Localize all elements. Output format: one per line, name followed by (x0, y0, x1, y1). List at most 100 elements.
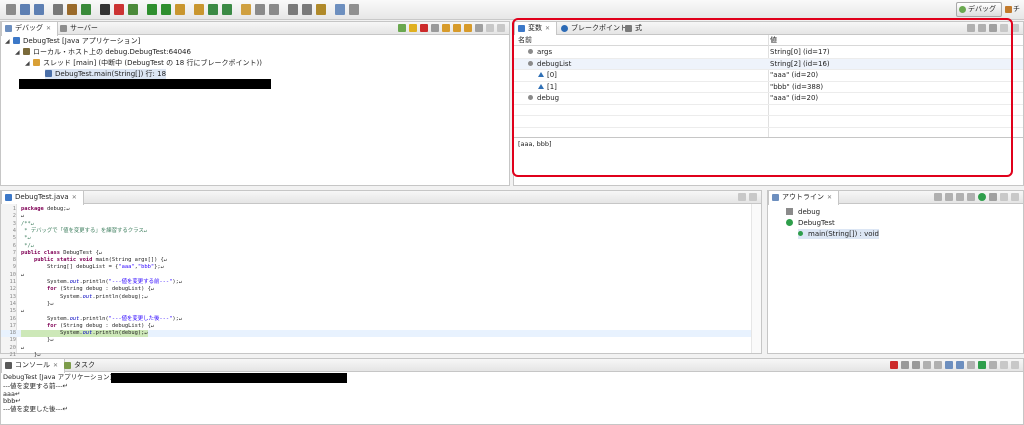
code-line[interactable]: 2 ↵ (1, 213, 751, 220)
resume-icon[interactable] (398, 24, 406, 32)
close-icon[interactable]: ✕ (46, 25, 51, 32)
print-icon[interactable] (53, 4, 63, 15)
hide-fields-icon[interactable] (956, 193, 964, 201)
debug-perspective-button[interactable]: デバッグ (956, 2, 1002, 17)
collapse-all-icon[interactable] (934, 193, 942, 201)
code-line[interactable]: 9 String[] debugList = {"aaa","bbb"};↵ (1, 264, 751, 271)
code-area[interactable]: 1 package debug;↵ 2 ↵ 3/**↵ 4 * デバッグで「値を変更する」… (1, 204, 751, 365)
run-last-icon[interactable] (161, 4, 171, 15)
remove-launch-icon[interactable] (901, 361, 909, 369)
open-console-icon[interactable] (989, 361, 997, 369)
collapse-arrow-icon[interactable]: ◢ (25, 59, 33, 69)
skip-breakpoints-icon[interactable] (114, 4, 124, 15)
maximize-icon[interactable] (749, 193, 757, 201)
code-line[interactable]: 12 for (String debug : debugList) {↵ (1, 286, 751, 293)
code-line[interactable]: 13 System.out.println(debug);↵ (1, 294, 751, 301)
view-menu-icon[interactable] (475, 24, 483, 32)
outline-item-class[interactable]: DebugTest (786, 218, 835, 228)
code-line[interactable]: 17 for (String debug : debugList) {↵ (1, 323, 751, 330)
close-icon[interactable]: ✕ (53, 362, 58, 369)
forward-icon[interactable] (302, 4, 312, 15)
tab-debugtest-java[interactable]: DebugTest.java ✕ (1, 191, 84, 205)
console-output[interactable]: ---値を変更する前---↵ aaa↵ bbb↵ ---値を変更した後---↵ (1, 382, 1023, 424)
new-package-icon[interactable] (194, 4, 204, 15)
collapse-arrow-icon[interactable]: ◢ (5, 37, 13, 47)
show-stderr-icon[interactable] (956, 361, 964, 369)
code-line[interactable]: 4 * デバッグで「値を変更する」を練習するクラス↵ (1, 228, 751, 235)
step-into-icon[interactable] (442, 24, 450, 32)
suspend-icon[interactable] (409, 24, 417, 32)
remove-all-icon[interactable] (912, 361, 920, 369)
maximize-icon[interactable] (1011, 193, 1019, 201)
save-icon[interactable] (20, 4, 30, 15)
disconnect-icon[interactable] (431, 24, 439, 32)
tree-item-stack-frame[interactable]: DebugTest.main(String[]) 行: 18 (45, 69, 167, 79)
run-icon[interactable] (147, 4, 157, 15)
other-perspective-button[interactable]: チ (1004, 2, 1024, 17)
terminate-icon[interactable] (420, 24, 428, 32)
pin-console-icon[interactable] (967, 361, 975, 369)
code-line[interactable]: 5 *↵ (1, 235, 751, 242)
save-all-icon[interactable] (34, 4, 44, 15)
clear-console-icon[interactable] (923, 361, 931, 369)
scroll-lock-icon[interactable] (934, 361, 942, 369)
back-icon[interactable] (288, 4, 298, 15)
tree-item-launch[interactable]: ◢ DebugTest [Java アプリケーション] (5, 36, 140, 46)
show-whitespace-icon[interactable] (349, 4, 359, 15)
run-config-icon[interactable] (81, 4, 91, 15)
code-line[interactable]: 18 System.out.println(debug);↵ (1, 330, 751, 338)
overview-ruler[interactable] (751, 204, 761, 353)
outline-item-method[interactable]: main(String[]) : void (798, 229, 879, 239)
code-line[interactable]: 14 }↵ (1, 301, 751, 308)
minimize-icon[interactable] (738, 193, 746, 201)
tab-servers[interactable]: サーバー (57, 22, 104, 35)
toggle-mark-icon[interactable] (335, 4, 345, 15)
hide-static-icon[interactable] (967, 193, 975, 201)
maximize-icon[interactable] (497, 24, 505, 32)
code-line[interactable]: 15 ↵ (1, 308, 751, 315)
code-line[interactable]: 6 */↵ (1, 243, 751, 250)
annotation-next-icon[interactable] (255, 4, 265, 15)
open-type-icon[interactable] (222, 4, 232, 15)
terminal-icon[interactable] (100, 4, 110, 15)
outline-item-package[interactable]: debug (786, 207, 820, 217)
step-return-icon[interactable] (464, 24, 472, 32)
code-line[interactable]: 1 package debug;↵ (1, 206, 751, 213)
tree-item-vm[interactable]: ◢ ローカル・ホスト上の debug.DebugTest:64046 (15, 47, 191, 57)
display-console-icon[interactable] (978, 361, 986, 369)
minimize-icon[interactable] (486, 24, 494, 32)
show-stdout-icon[interactable] (945, 361, 953, 369)
pin-editor-icon[interactable] (316, 4, 326, 15)
new-icon[interactable] (6, 4, 16, 15)
code-line[interactable]: 11 System.out.println("---値を変更する前---");↵ (1, 279, 751, 286)
debug-run-icon[interactable] (128, 4, 138, 15)
close-icon[interactable]: ✕ (72, 194, 77, 201)
new-class-icon[interactable] (208, 4, 218, 15)
minimize-icon[interactable] (1000, 193, 1008, 201)
code-line[interactable]: 8 public static void main(String args[])… (1, 257, 751, 264)
tab-console[interactable]: コンソール ✕ (1, 359, 66, 373)
hide-non-public-icon[interactable] (978, 193, 986, 201)
close-icon[interactable]: ✕ (827, 194, 832, 201)
tab-tasks[interactable]: タスク (61, 359, 101, 372)
step-over-icon[interactable] (453, 24, 461, 32)
search-icon[interactable] (241, 4, 251, 15)
maximize-icon[interactable] (1011, 361, 1019, 369)
code-line[interactable]: 7 public class DebugTest {↵ (1, 250, 751, 257)
terminate-icon[interactable] (890, 361, 898, 369)
code-line[interactable]: 19 }↵ (1, 337, 751, 344)
external-tools-icon[interactable] (67, 4, 77, 15)
tab-outline[interactable]: アウトライン ✕ (768, 191, 840, 205)
tab-debug[interactable]: デバッグ ✕ (1, 22, 59, 36)
code-line[interactable]: 16 System.out.println("---値を変更した後---");↵ (1, 316, 751, 323)
code-line[interactable]: 10 ↵ (1, 272, 751, 279)
collapse-arrow-icon[interactable]: ◢ (15, 48, 23, 58)
sort-icon[interactable] (945, 193, 953, 201)
new-java-project-icon[interactable] (175, 4, 185, 15)
annotation-prev-icon[interactable] (269, 4, 279, 15)
code-line[interactable]: 20 ↵ (1, 345, 751, 352)
view-menu-icon[interactable] (989, 193, 997, 201)
minimize-icon[interactable] (1000, 361, 1008, 369)
code-line[interactable]: 3 /**↵ (1, 221, 751, 228)
tree-item-thread[interactable]: ◢ スレッド [main] (中断中 (DebugTest の 18 行にブレーク… (25, 58, 262, 68)
